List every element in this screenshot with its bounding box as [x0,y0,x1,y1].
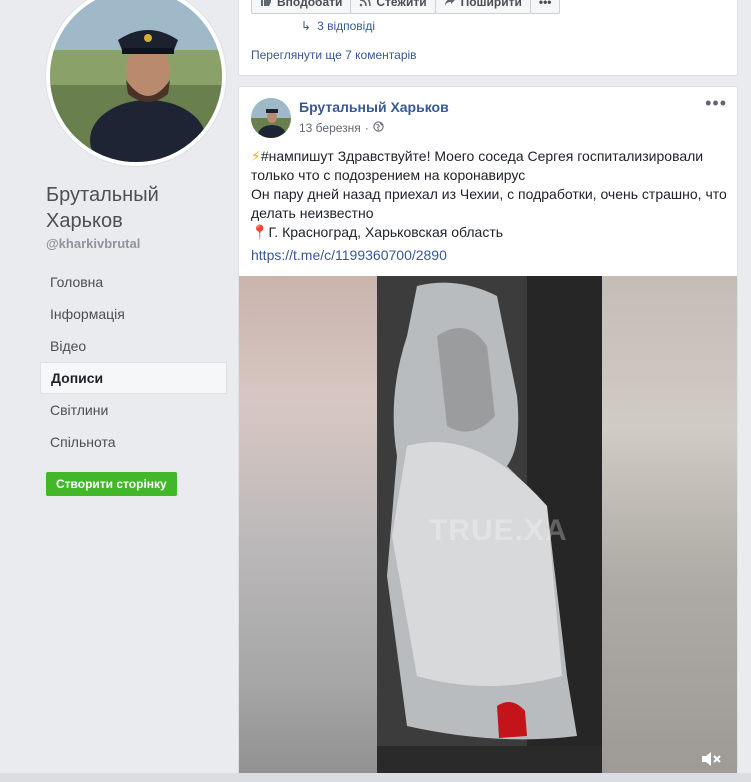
nav-item-video[interactable]: Відео [40,330,227,362]
more-options-button[interactable]: ••• [529,0,561,14]
video-blur-left [239,276,377,781]
nav-item-community[interactable]: Спільнота [40,426,227,458]
page-profile-photo[interactable] [46,0,226,166]
reply-arrow-icon: ↳ [301,19,312,33]
post-line-2: только что с подозрением на коронавирус [251,167,526,183]
post-card: Брутальный Харьков 13 березня · ••• ⚡#на… [238,86,738,782]
page-bottom-edge [0,773,751,782]
post-link[interactable]: https://t.me/c/1199360700/2890 [251,247,447,263]
post-body: ⚡#нампишут Здравствуйте! Моего соседа Се… [251,147,731,242]
mute-button[interactable] [699,747,723,771]
post-more-icon[interactable]: ••• [705,93,727,114]
page-title[interactable]: Брутальный Харьков [46,182,226,234]
nav-item-info[interactable]: Інформація [40,298,227,330]
post-author-avatar[interactable] [251,98,291,138]
post-line-3: Он пару дней назад приехал из Чехии, с п… [251,186,727,202]
page-handle[interactable]: @kharkivbrutal [46,236,140,251]
like-label: Вподобати [277,0,343,9]
post-line-5: 📍Г. Красноград, Харьковская область [251,224,504,240]
post-video[interactable]: TRUE.XA [239,276,737,781]
view-more-comments-link[interactable]: Переглянути ще 7 коментарів [251,48,417,62]
replies-link[interactable]: ↳ 3 відповіді [301,19,375,33]
post-author-name[interactable]: Брутальный Харьков [299,99,449,115]
more-icon: ••• [538,0,552,9]
video-watermark: TRUE.XA [429,514,568,547]
lightning-icon: ⚡ [251,148,261,164]
follow-button[interactable]: Стежити [350,0,436,14]
share-icon [444,0,456,10]
avatar [50,0,222,162]
post-date: 13 березня [299,121,361,135]
video-blur-right [602,276,737,781]
nav-item-photos[interactable]: Світлини [40,394,227,426]
video-frame: TRUE.XA [377,276,602,781]
globe-icon [373,121,384,135]
create-page-button[interactable]: Створити сторінку [46,472,177,496]
share-button[interactable]: Поширити [434,0,531,14]
post-line-4: делать неизвестно [251,205,374,221]
nav-item-home[interactable]: Головна [40,266,227,298]
post-line-1: ⚡#нампишут Здравствуйте! Моего соседа Се… [251,148,704,164]
share-label: Поширити [460,0,522,9]
page-nav: Головна Інформація Відео Дописи Світлини… [40,266,227,458]
pin-icon: 📍 [251,224,269,240]
like-button[interactable]: Вподобати [251,0,352,14]
follow-icon [359,0,372,10]
nav-item-posts[interactable]: Дописи [40,362,227,394]
follow-label: Стежити [376,0,427,9]
post-action-row: Вподобати Стежити Поширити ••• [251,0,561,14]
replies-label: 3 відповіді [317,19,375,33]
like-icon [260,0,272,10]
previous-post-card: Вподобати Стежити Поширити ••• ↳ 3 відпов… [238,0,738,76]
post-timestamp[interactable]: 13 березня · [299,121,384,135]
